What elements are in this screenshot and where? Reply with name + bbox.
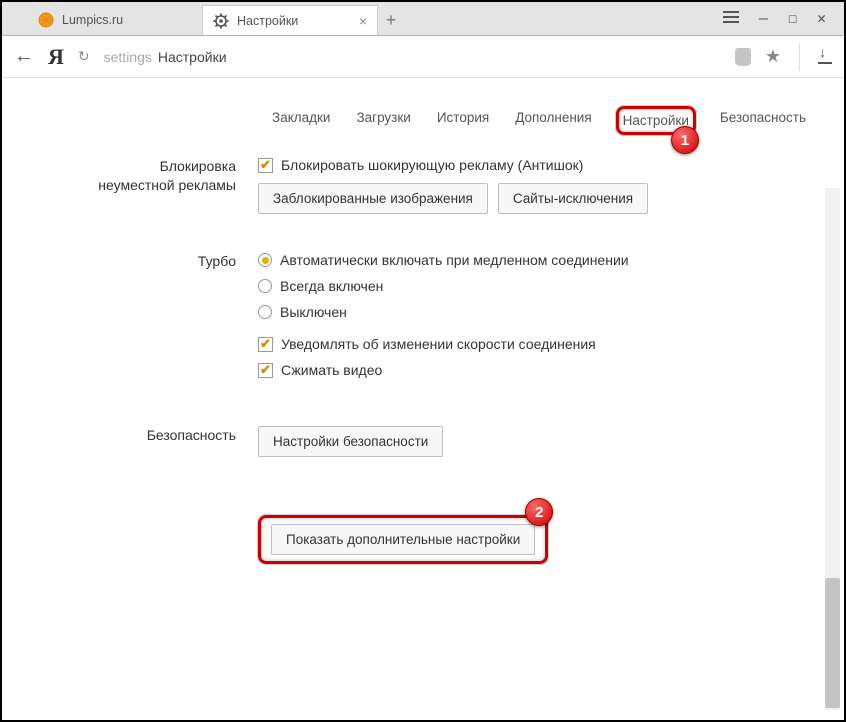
tab-bar: Lumpics.ru Настройки × + — ☐ ✕ xyxy=(2,2,844,36)
radio-label: Автоматически включать при медленном сое… xyxy=(280,252,629,268)
reload-button[interactable]: ↻ xyxy=(78,48,90,65)
annotation-badge-2: 2 xyxy=(525,498,553,526)
checkmark-icon: ✔ xyxy=(258,363,273,378)
nav-downloads[interactable]: Загрузки xyxy=(354,106,412,135)
address-prefix: settings xyxy=(104,49,152,65)
site-exceptions-button[interactable]: Сайты-исключения xyxy=(498,183,648,214)
yandex-logo[interactable]: Я xyxy=(48,44,64,70)
radio-label: Выключен xyxy=(280,304,347,320)
close-window-button[interactable]: ✕ xyxy=(817,9,826,27)
tab-lumpics[interactable]: Lumpics.ru xyxy=(28,5,203,35)
tab-title: Настройки xyxy=(237,14,298,28)
checkbox-label: Блокировать шокирующую рекламу (Антишок) xyxy=(281,157,583,173)
downloads-icon[interactable] xyxy=(818,50,832,64)
blocked-images-button[interactable]: Заблокированные изображения xyxy=(258,183,488,214)
section-label-turbo: Турбо xyxy=(72,252,258,388)
scrollbar-thumb[interactable] xyxy=(825,578,840,708)
checkbox-turbo-compress[interactable]: ✔ Сжимать видео xyxy=(258,362,804,378)
radio-turbo-auto[interactable]: Автоматически включать при медленном сое… xyxy=(258,252,804,268)
orange-icon xyxy=(38,12,54,28)
show-advanced-button[interactable]: Показать дополнительные настройки xyxy=(271,524,535,555)
hamburger-icon xyxy=(723,11,739,23)
nav-history[interactable]: История xyxy=(435,106,491,135)
settings-content: Закладки Загрузки История Дополнения Нас… xyxy=(2,78,844,720)
radio-icon xyxy=(258,253,272,267)
checkbox-turbo-notify[interactable]: ✔ Уведомлять об изменении скорости соеди… xyxy=(258,336,804,352)
security-settings-button[interactable]: Настройки безопасности xyxy=(258,426,443,457)
checkbox-label: Сжимать видео xyxy=(281,362,382,378)
shield-icon[interactable] xyxy=(735,48,751,66)
section-label-ads: Блокировка неуместной рекламы xyxy=(72,157,258,214)
checkmark-icon: ✔ xyxy=(258,337,273,352)
nav-bookmarks[interactable]: Закладки xyxy=(270,106,332,135)
maximize-button[interactable]: ☐ xyxy=(788,9,797,27)
address-bar: ← Я ↻ settings Настройки ★ xyxy=(2,36,844,78)
address-title: Настройки xyxy=(158,49,227,65)
radio-turbo-always[interactable]: Всегда включен xyxy=(258,278,804,294)
advanced-highlight: Показать дополнительные настройки 2 xyxy=(258,515,548,564)
tab-settings[interactable]: Настройки × xyxy=(203,5,378,35)
minimize-button[interactable]: — xyxy=(759,9,768,27)
nav-addons[interactable]: Дополнения xyxy=(513,106,593,135)
tab-title: Lumpics.ru xyxy=(62,13,123,27)
radio-icon xyxy=(258,279,272,293)
settings-nav: Закладки Загрузки История Дополнения Нас… xyxy=(2,106,844,135)
nav-security[interactable]: Безопасность xyxy=(718,106,808,135)
checkbox-label: Уведомлять об изменении скорости соедине… xyxy=(281,336,596,352)
radio-label: Всегда включен xyxy=(280,278,383,294)
bookmark-star-icon[interactable]: ★ xyxy=(765,46,781,67)
nav-settings-highlight: Настройки 1 xyxy=(616,106,696,135)
back-button[interactable]: ← xyxy=(14,45,34,68)
gear-icon xyxy=(213,13,229,29)
scrollbar-track[interactable] xyxy=(825,188,840,710)
menu-button[interactable] xyxy=(723,9,739,27)
checkbox-block-shock[interactable]: ✔ Блокировать шокирующую рекламу (Антишо… xyxy=(258,157,804,173)
section-label-security: Безопасность xyxy=(72,426,258,457)
radio-icon xyxy=(258,305,272,319)
annotation-badge-1: 1 xyxy=(671,126,699,154)
radio-turbo-off[interactable]: Выключен xyxy=(258,304,804,320)
new-tab-button[interactable]: + xyxy=(378,5,404,35)
checkmark-icon: ✔ xyxy=(258,158,273,173)
close-icon[interactable]: × xyxy=(351,13,367,29)
address-field[interactable]: settings Настройки xyxy=(104,49,721,65)
